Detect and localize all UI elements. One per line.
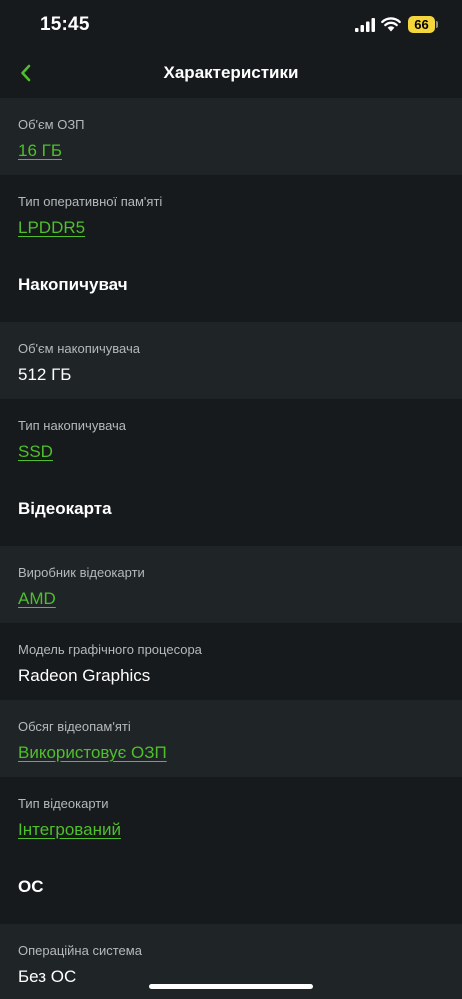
battery-icon: 66 [408,16,438,33]
spec-value-link[interactable]: Використовує ОЗП [18,742,444,764]
status-time: 15:45 [40,14,90,35]
spec-row-storage-size: Об'єм накопичувача 512 ГБ [0,322,462,399]
home-indicator[interactable] [149,984,313,989]
section-title: ОС [18,877,44,896]
spec-value-link[interactable]: 16 ГБ [18,140,444,162]
specifications-list: Об'єм ОЗП 16 ГБ Тип оперативної пам'яті … [0,98,462,999]
spec-row-ram-type: Тип оперативної пам'яті LPDDR5 [0,175,462,252]
spec-label: Тип оперативної пам'яті [18,194,163,209]
spec-value-link[interactable]: SSD [18,441,444,463]
cellular-signal-icon [355,18,375,32]
battery-level: 66 [414,17,429,32]
spec-value-link[interactable]: Інтегрований [18,819,444,841]
spec-value-link[interactable]: LPDDR5 [18,217,444,239]
spec-row-gpu-model: Модель графічного процесора Radeon Graph… [0,623,462,700]
spec-row-gpu-type: Тип відеокарти Інтегрований [0,777,462,854]
section-title: Відеокарта [18,499,112,518]
spec-label: Модель графічного процесора [18,642,202,657]
spec-value-link[interactable]: AMD [18,588,444,610]
section-storage: Накопичувач [0,252,462,322]
spec-label: Об'єм ОЗП [18,117,85,132]
wifi-icon [381,17,401,32]
spec-value: Radeon Graphics [18,666,151,685]
spec-value: 512 ГБ [18,365,72,384]
spec-row-gpu-memory: Обсяг відеопам'яті Використовує ОЗП [0,700,462,777]
spec-label: Операційна система [18,943,142,958]
section-title: Накопичувач [18,275,128,294]
spec-label: Тип накопичувача [18,418,127,433]
section-gpu: Відеокарта [0,476,462,546]
spec-row-gpu-vendor: Виробник відеокарти AMD [0,546,462,623]
page-title: Характеристики [163,63,299,82]
nav-bar: Характеристики [0,48,462,98]
spec-label: Об'єм накопичувача [18,341,140,356]
section-os: ОС [0,854,462,924]
spec-label: Виробник відеокарти [18,565,145,580]
status-bar: 15:45 66 [0,0,462,48]
spec-row-storage-type: Тип накопичувача SSD [0,399,462,476]
spec-label: Обсяг відеопам'яті [18,719,131,734]
spec-row-ram-size: Об'єм ОЗП 16 ГБ [0,98,462,175]
spec-label: Тип відеокарти [18,796,109,811]
